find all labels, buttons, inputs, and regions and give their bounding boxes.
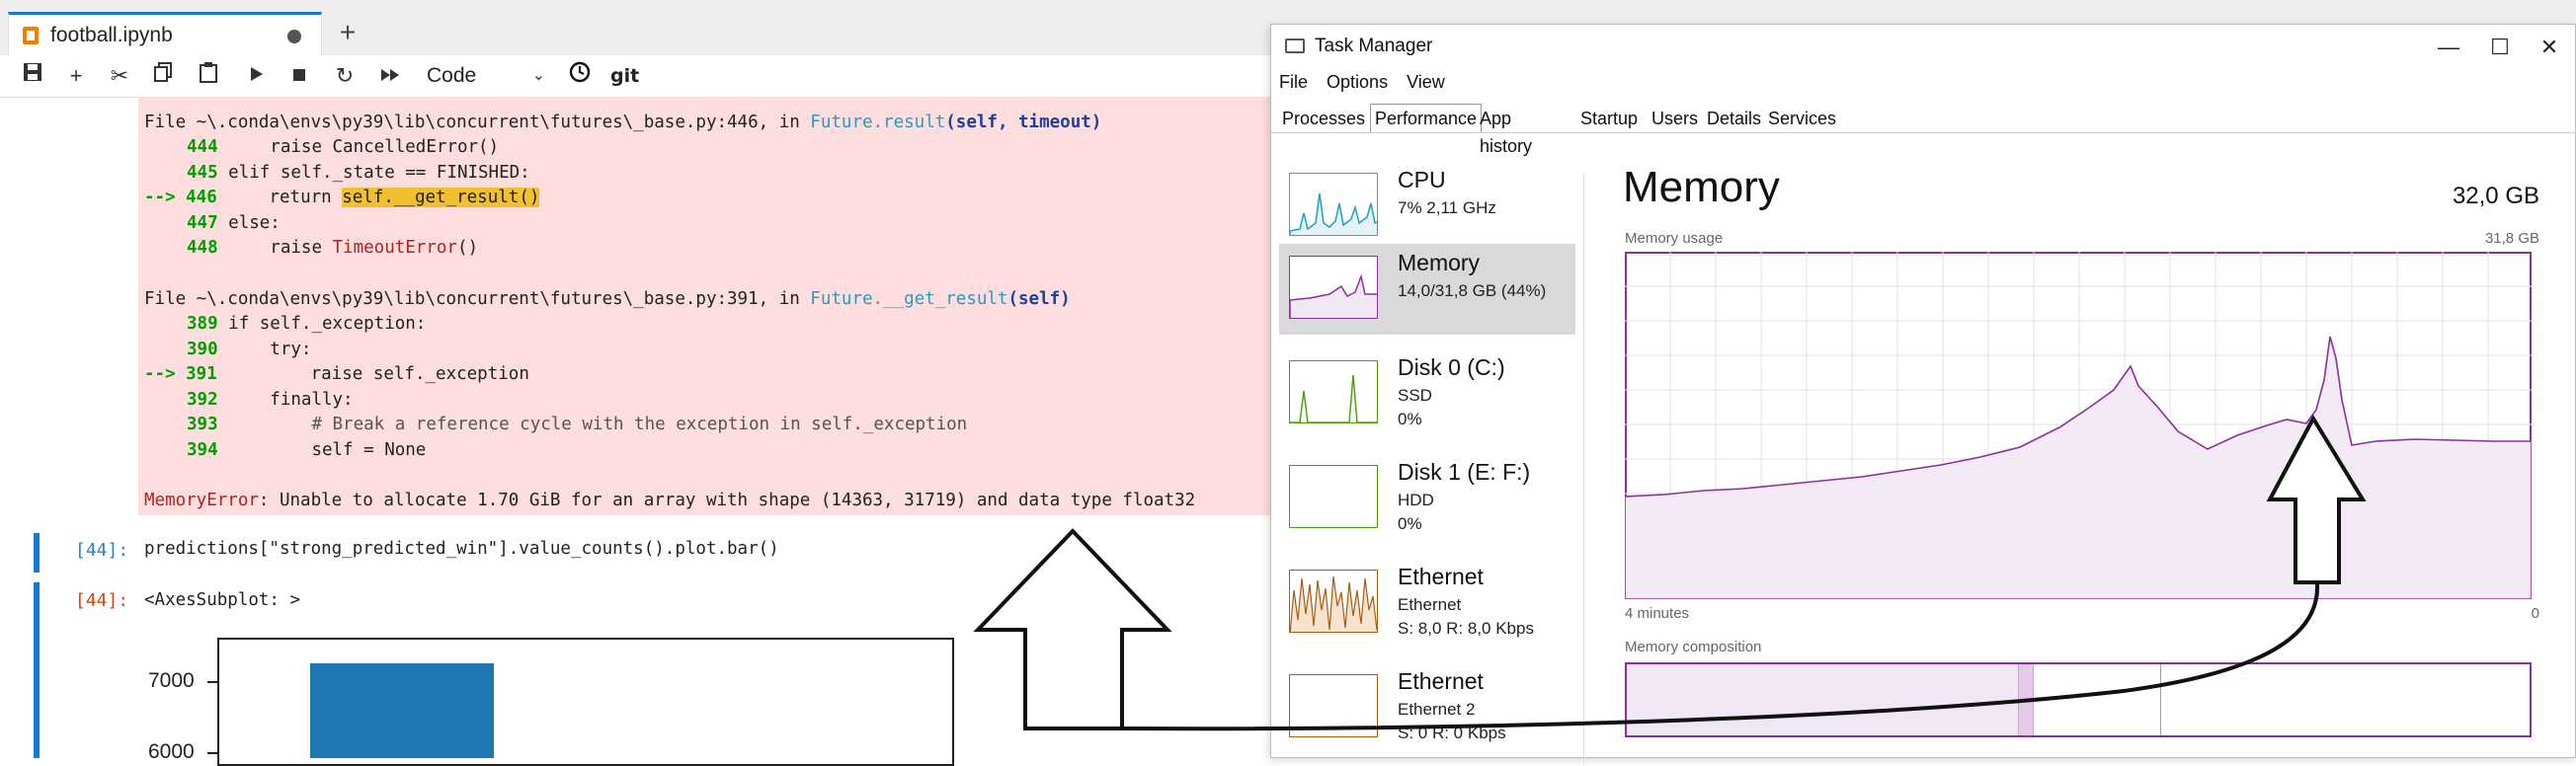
up-arrow-annotation: [2266, 414, 2367, 584]
connector-curve-annotation: [1121, 583, 2320, 731]
annotation-overlay: [973, 414, 2367, 731]
up-arrow-annotation: [973, 528, 1172, 730]
